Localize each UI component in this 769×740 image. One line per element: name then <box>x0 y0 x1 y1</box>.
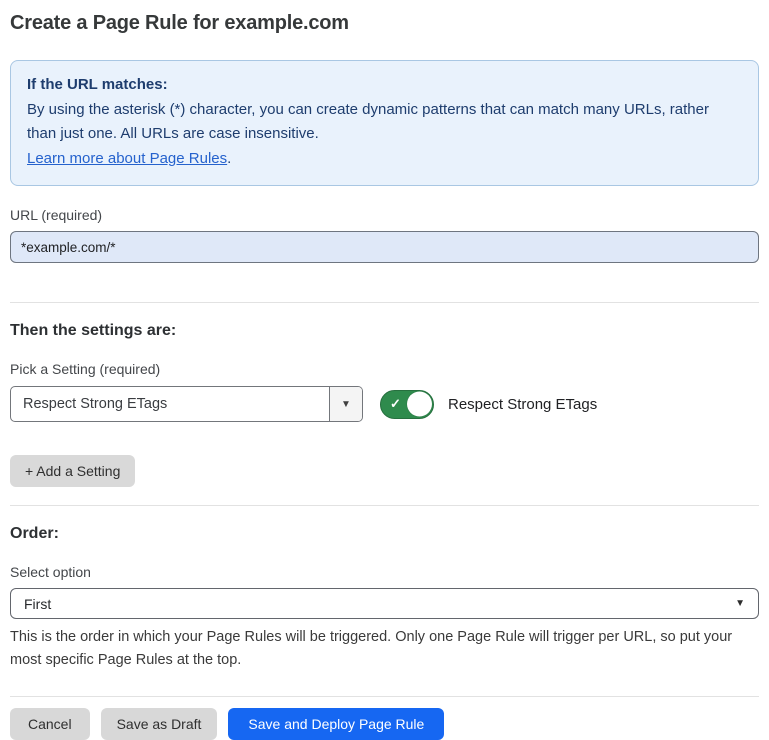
check-icon: ✓ <box>390 397 401 410</box>
save-and-deploy-button[interactable]: Save and Deploy Page Rule <box>228 708 444 740</box>
url-match-info-box: If the URL matches: By using the asteris… <box>10 60 759 186</box>
setting-row: Respect Strong ETags ▼ ✓ Respect Strong … <box>10 386 759 422</box>
setting-select[interactable]: Respect Strong ETags ▼ <box>10 386 363 422</box>
divider <box>10 302 759 303</box>
url-field-label: URL (required) <box>10 207 759 223</box>
info-box-heading: If the URL matches: <box>27 73 742 98</box>
save-as-draft-button[interactable]: Save as Draft <box>101 708 218 740</box>
pick-setting-label: Pick a Setting (required) <box>10 361 759 377</box>
info-box-link-line: Learn more about Page Rules. <box>27 147 742 172</box>
setting-select-arrow-button[interactable]: ▼ <box>329 387 362 421</box>
link-suffix: . <box>227 150 231 167</box>
setting-select-value: Respect Strong ETags <box>11 387 329 421</box>
divider <box>10 505 759 506</box>
chevron-down-icon: ▼ <box>341 399 351 410</box>
order-section-heading: Order: <box>10 525 759 543</box>
footer-actions: Cancel Save as Draft Save and Deploy Pag… <box>10 708 759 740</box>
chevron-down-icon: ▼ <box>735 598 745 609</box>
page-title: Create a Page Rule for example.com <box>10 12 759 35</box>
order-help-text: This is the order in which your Page Rul… <box>10 626 759 672</box>
toggle-knob <box>407 392 432 417</box>
order-select[interactable]: First ▼ <box>10 588 759 619</box>
url-input[interactable] <box>10 231 759 263</box>
settings-section-heading: Then the settings are: <box>10 322 759 340</box>
add-setting-button[interactable]: + Add a Setting <box>10 455 135 487</box>
divider <box>10 696 759 697</box>
info-box-body: By using the asterisk (*) character, you… <box>27 98 742 147</box>
cancel-button[interactable]: Cancel <box>10 708 90 740</box>
page-rule-form: Create a Page Rule for example.com If th… <box>0 0 769 740</box>
order-select-value: First <box>24 596 51 612</box>
learn-more-link[interactable]: Learn more about Page Rules <box>27 150 227 167</box>
setting-toggle[interactable]: ✓ <box>380 390 434 419</box>
order-select-label: Select option <box>10 564 759 580</box>
toggle-label: Respect Strong ETags <box>448 396 597 413</box>
